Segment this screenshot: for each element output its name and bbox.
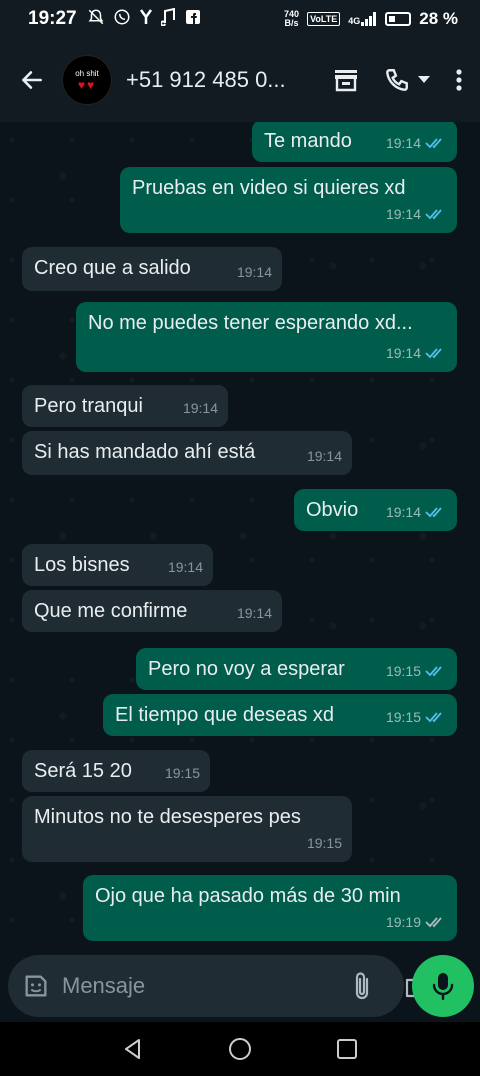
mute-notification-icon bbox=[87, 8, 105, 31]
attach-icon[interactable] bbox=[350, 971, 374, 1001]
message-input[interactable] bbox=[62, 973, 350, 999]
shop-icon[interactable] bbox=[332, 66, 360, 94]
message-bubble[interactable]: Obvio 19:14 bbox=[294, 489, 457, 531]
volte-badge: VoLTE bbox=[307, 12, 341, 26]
facebook-icon bbox=[185, 9, 201, 30]
battery-icon bbox=[385, 12, 412, 26]
message-composer bbox=[8, 955, 433, 1017]
message-bubble[interactable]: Pruebas en video si quieres xd 19:14 bbox=[120, 167, 457, 233]
system-nav-bar bbox=[0, 1022, 480, 1076]
avatar[interactable]: oh shit ♥♥ bbox=[62, 55, 112, 105]
read-receipt-icon bbox=[425, 666, 442, 677]
back-arrow-icon[interactable] bbox=[16, 64, 48, 96]
read-receipt-icon bbox=[425, 209, 442, 220]
message-bubble[interactable]: No me puedes tener esperando xd... 19:14 bbox=[76, 302, 457, 372]
nav-recents-icon[interactable] bbox=[327, 1029, 367, 1069]
avatar-text: oh shit bbox=[75, 68, 99, 78]
call-button[interactable] bbox=[382, 66, 432, 94]
more-options-icon[interactable] bbox=[454, 66, 464, 94]
battery-percent: 28 % bbox=[419, 9, 458, 28]
message-bubble[interactable]: Te mando 19:14 bbox=[252, 122, 457, 162]
chat-area[interactable]: Te mando 19:14 Pruebas en video si quier… bbox=[0, 122, 480, 946]
signal-icon: 4G bbox=[348, 12, 377, 26]
read-receipt-icon bbox=[425, 712, 442, 723]
message-bubble[interactable]: Los bisnes 19:14 bbox=[22, 544, 213, 586]
read-receipt-icon bbox=[425, 348, 442, 359]
voice-message-button[interactable] bbox=[412, 955, 474, 1017]
message-bubble[interactable]: Será 15 20 19:15 bbox=[22, 750, 210, 792]
chevron-down-icon bbox=[418, 76, 430, 83]
app-y-icon bbox=[139, 8, 153, 31]
message-bubble[interactable]: Si has mandado ahí está 19:14 bbox=[22, 431, 352, 475]
status-time: 19:27 bbox=[28, 8, 77, 29]
nav-home-icon[interactable] bbox=[220, 1029, 260, 1069]
status-bar: 19:27 740 B/s VoLTE 4G 28 % bbox=[0, 0, 480, 38]
message-bubble[interactable]: El tiempo que deseas xd 19:15 bbox=[103, 694, 457, 736]
nav-back-icon[interactable] bbox=[113, 1029, 153, 1069]
net-speed-indicator: 740 B/s bbox=[284, 9, 300, 28]
read-receipt-icon bbox=[425, 138, 442, 149]
app-music-icon bbox=[159, 7, 177, 31]
whatsapp-icon bbox=[113, 8, 131, 31]
read-receipt-icon bbox=[425, 507, 442, 518]
message-bubble[interactable]: Que me confirme 19:14 bbox=[22, 590, 282, 632]
message-bubble[interactable]: Minutos no te desesperes pes 19:15 bbox=[22, 796, 352, 862]
sticker-icon[interactable] bbox=[22, 971, 50, 1001]
contact-name[interactable]: +51 912 485 0... bbox=[126, 67, 292, 93]
microphone-icon bbox=[432, 973, 454, 1001]
message-bubble[interactable]: Ojo que ha pasado más de 30 min 19:19 bbox=[83, 875, 457, 941]
phone-icon bbox=[386, 69, 408, 91]
message-bubble[interactable]: Pero no voy a esperar 19:15 bbox=[136, 648, 457, 690]
message-bubble[interactable]: Pero tranqui 19:14 bbox=[22, 385, 228, 427]
avatar-eyes-icon: ♥♥ bbox=[77, 77, 97, 92]
delivered-receipt-icon bbox=[425, 917, 442, 928]
chat-header: oh shit ♥♥ +51 912 485 0... bbox=[0, 38, 480, 122]
message-bubble[interactable]: Creo que a salido 19:14 bbox=[22, 247, 282, 291]
